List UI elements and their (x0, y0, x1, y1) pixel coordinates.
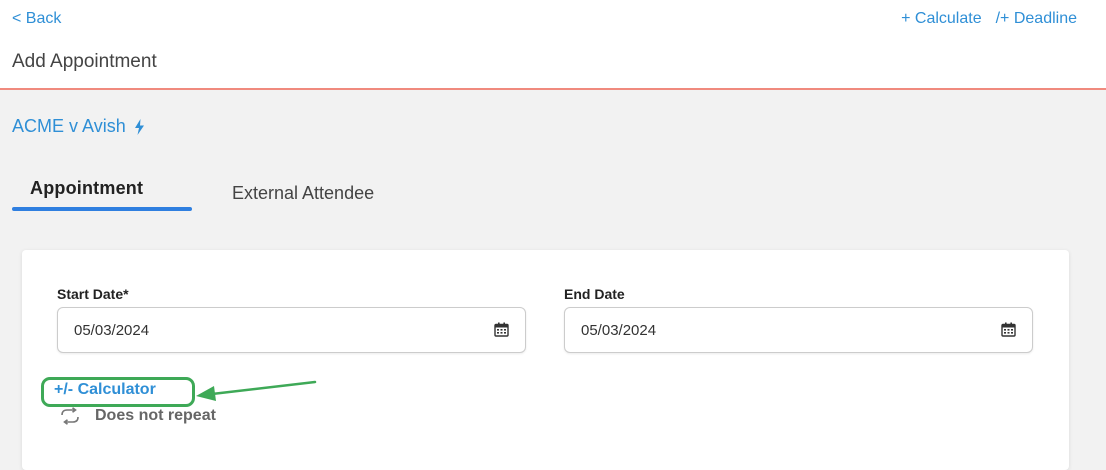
form-card: Start Date* 05/03/2024 End Date 05/03/20… (22, 250, 1069, 470)
top-actions: + Calculate /+ Deadline (901, 10, 1077, 28)
start-date-label: Start Date* (57, 286, 129, 302)
start-date-value: 05/03/2024 (74, 322, 150, 339)
repeat-label: Does not repeat (95, 407, 216, 424)
tab-appointment[interactable]: Appointment (30, 178, 143, 199)
active-tab-indicator (12, 207, 192, 211)
end-date-label: End Date (564, 286, 625, 302)
repeat-icon (59, 407, 81, 425)
tab-bar: Appointment External Attendee (12, 170, 512, 212)
calculate-link[interactable]: + Calculate (901, 10, 982, 27)
back-link[interactable]: < Back (12, 10, 61, 28)
tab-external-attendee[interactable]: External Attendee (232, 183, 374, 204)
end-date-field[interactable]: 05/03/2024 (564, 307, 1033, 353)
lightning-icon (134, 118, 144, 135)
top-bar: < Back + Calculate /+ Deadline Add Appoin… (0, 0, 1106, 90)
start-date-field[interactable]: 05/03/2024 (57, 307, 526, 353)
matter-name: ACME v Avish (12, 116, 126, 136)
calendar-icon[interactable] (494, 322, 509, 342)
page-title: Add Appointment (12, 51, 157, 72)
repeat-option[interactable]: Does not repeat (59, 407, 216, 425)
end-date-value: 05/03/2024 (581, 322, 657, 339)
deadline-link[interactable]: /+ Deadline (996, 10, 1077, 27)
calculator-link[interactable]: +/- Calculator (54, 381, 156, 399)
matter-link[interactable]: ACME v Avish (12, 116, 145, 137)
calendar-icon[interactable] (1001, 322, 1016, 342)
